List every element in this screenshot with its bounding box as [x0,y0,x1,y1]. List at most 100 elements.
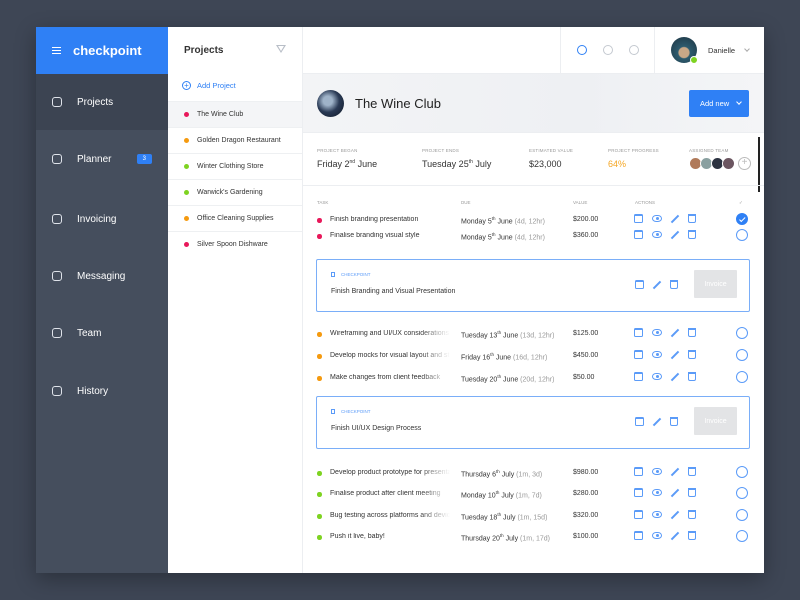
sidebar-item-projects[interactable]: Projects [36,74,168,130]
sidebar-item-team[interactable]: Team [36,305,168,361]
pencil-icon[interactable] [652,417,662,427]
scrollbar[interactable] [758,137,760,192]
team-avatar[interactable] [722,157,735,170]
add-new-button[interactable]: Add new [689,90,749,117]
pencil-icon[interactable] [670,467,680,477]
user-avatar[interactable] [671,37,698,64]
invoice-button[interactable]: Invoice [694,407,737,435]
calendar-icon[interactable] [635,280,644,289]
due-date: Tuesday 13th June (13d, 12hr) [461,330,555,340]
task-name[interactable]: Push it live, baby! [330,533,450,540]
table-row: Finalise branding visual style Monday 5th… [303,227,764,245]
task-name[interactable]: Wireframing and UI/UX considerations [330,330,450,337]
calendar-icon[interactable] [634,488,643,497]
calendar-icon[interactable] [634,328,643,337]
task-name[interactable]: Bug testing across platforms and devices [330,512,450,519]
checkpoint-card: Checkpoint Finish UI/UX Design Process Inv… [316,396,750,449]
calendar-icon[interactable] [634,214,643,223]
eye-icon[interactable] [652,373,662,380]
pencil-icon[interactable] [670,488,680,498]
projects-panel: Projects + Add Project The Wine Club Golde… [168,27,303,573]
task-name[interactable]: Finalise branding visual style [330,232,450,239]
project-list-item[interactable]: Golden Dragon Restaurant [168,127,302,153]
invoicing-icon [52,214,62,224]
calendar-icon[interactable] [634,531,643,540]
calendar-icon[interactable] [634,467,643,476]
pencil-icon[interactable] [670,531,680,541]
trash-icon[interactable] [688,467,696,476]
trash-icon[interactable] [688,488,696,497]
project-list-item[interactable]: The Wine Club [168,101,302,127]
sidebar-item-invoicing[interactable]: Invoicing [36,191,168,247]
settings-gear-icon[interactable] [629,45,639,55]
pencil-icon[interactable] [670,350,680,360]
flag-icon [331,409,335,415]
complete-checkbox[interactable] [736,349,748,361]
trash-icon[interactable] [670,280,678,289]
sidebar-item-label: History [77,385,109,397]
complete-checkbox[interactable] [736,530,748,542]
task-name[interactable]: Develop mocks for visual layout and styl… [330,352,450,359]
project-title: The Wine Club [355,96,441,111]
eye-icon[interactable] [652,231,662,238]
project-list-item[interactable]: Office Cleaning Supplies [168,205,302,231]
complete-checkbox[interactable] [736,487,748,499]
messaging-icon [52,271,62,281]
task-name[interactable]: Finish branding presentation [330,216,450,223]
task-value: $280.00 [573,490,599,497]
sidebar-item-planner[interactable]: Planner 3 [36,131,168,187]
trash-icon[interactable] [688,230,696,239]
actions [634,467,696,477]
pencil-icon[interactable] [670,230,680,240]
complete-checkbox[interactable] [736,213,748,225]
eye-icon[interactable] [652,215,662,222]
menu-icon[interactable] [52,47,61,54]
pencil-icon[interactable] [670,372,680,382]
complete-checkbox[interactable] [736,371,748,383]
add-project-button[interactable]: + Add Project [182,81,236,90]
sidebar-item-history[interactable]: History [36,363,168,419]
project-list-item[interactable]: Winter Clothing Store [168,153,302,179]
task-name[interactable]: Make changes from client feedback [330,374,450,381]
eye-icon[interactable] [652,329,662,336]
complete-checkbox[interactable] [736,327,748,339]
calendar-icon[interactable] [634,372,643,381]
pencil-icon[interactable] [652,280,662,290]
trash-icon[interactable] [688,328,696,337]
project-list-item[interactable]: Warwick's Gardening [168,179,302,205]
trash-icon[interactable] [688,214,696,223]
sidebar-item-label: Messaging [77,270,126,282]
trash-icon[interactable] [688,372,696,381]
chevron-down-icon[interactable] [744,46,750,52]
task-name[interactable]: Finalise product after client meeting [330,490,450,497]
complete-checkbox[interactable] [736,466,748,478]
sidebar-item-messaging[interactable]: Messaging [36,248,168,304]
trash-icon[interactable] [688,350,696,359]
table-row: Develop product prototype for presentati… [303,464,764,482]
eye-icon[interactable] [652,351,662,358]
filter-icon[interactable] [276,45,286,53]
eye-icon[interactable] [652,489,662,496]
eye-icon[interactable] [652,468,662,475]
trash-icon[interactable] [688,531,696,540]
complete-checkbox[interactable] [736,229,748,241]
notification-bell-icon[interactable] [577,45,587,55]
calendar-icon[interactable] [634,510,643,519]
eye-icon[interactable] [652,532,662,539]
task-name[interactable]: Develop product prototype for presentati… [330,469,450,476]
pencil-icon[interactable] [670,214,680,224]
user-name[interactable]: Danielle [708,46,735,55]
pencil-icon[interactable] [670,510,680,520]
add-team-member-button[interactable]: + [738,157,751,170]
trash-icon[interactable] [670,417,678,426]
pencil-icon[interactable] [670,328,680,338]
calendar-icon[interactable] [634,350,643,359]
calendar-icon[interactable] [634,230,643,239]
eye-icon[interactable] [652,511,662,518]
calendar-icon[interactable] [635,417,644,426]
trash-icon[interactable] [688,510,696,519]
complete-checkbox[interactable] [736,509,748,521]
invoice-button[interactable]: Invoice [694,270,737,298]
messages-icon[interactable] [603,45,613,55]
project-list-item[interactable]: Silver Spoon Dishware [168,231,302,257]
